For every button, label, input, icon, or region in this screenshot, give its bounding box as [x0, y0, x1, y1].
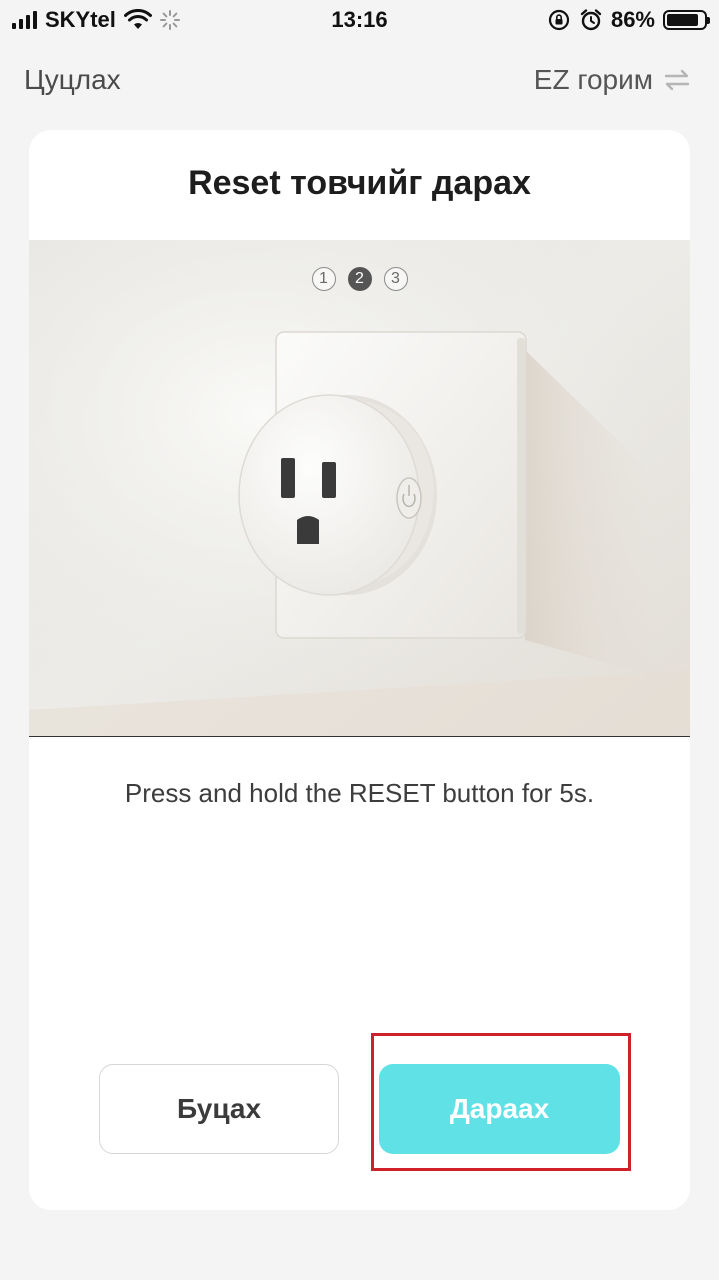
step-indicator: 1 2 3	[0, 267, 719, 291]
back-button[interactable]: Буцах	[99, 1064, 339, 1154]
swap-arrows-icon	[664, 69, 690, 91]
rotation-lock-icon	[548, 9, 570, 31]
step-1: 1	[311, 267, 336, 291]
status-bar: SKYtel 13:16 86%	[0, 0, 719, 40]
card-title: Reset товчийг дарах	[188, 164, 531, 202]
alarm-icon	[580, 9, 602, 31]
ez-mode-switch[interactable]: EZ горим	[534, 64, 691, 96]
next-button[interactable]: Дараах	[379, 1064, 620, 1154]
battery-icon	[663, 10, 710, 30]
battery-percent: 86%	[610, 7, 655, 32]
cancel-button[interactable]: Цуцлах	[24, 64, 121, 96]
nav-bar: Цуцлах EZ горим	[0, 58, 719, 104]
step-2: 2	[347, 267, 372, 291]
smart-plug-illustration	[29, 240, 690, 737]
ez-mode-label: EZ горим	[533, 64, 653, 95]
step-3: 3	[383, 267, 408, 291]
instruction-text: Press and hold the RESET button for 5s.	[124, 778, 595, 808]
